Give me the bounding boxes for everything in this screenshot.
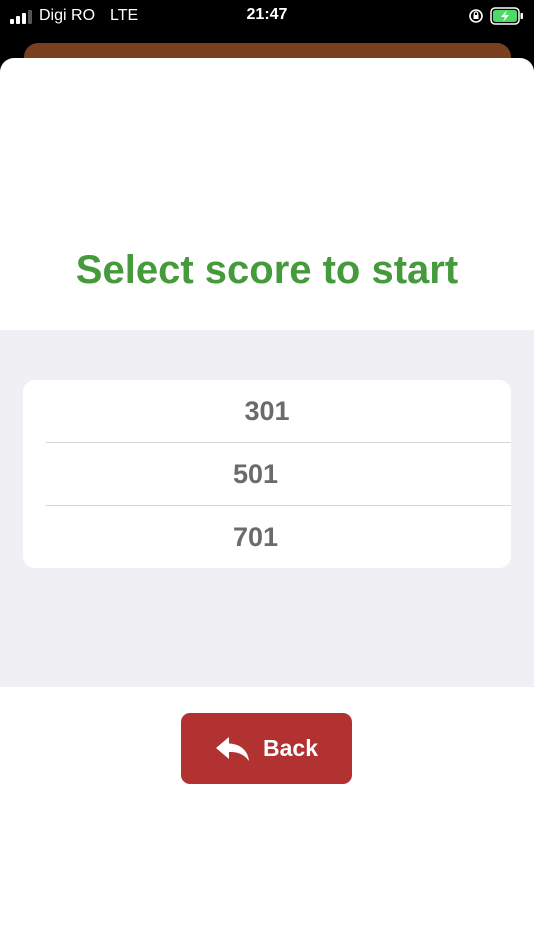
status-time: 21:47 — [246, 6, 288, 23]
score-option-701[interactable]: 701 — [46, 505, 511, 568]
score-option-301[interactable]: 301 — [23, 380, 511, 442]
score-option-501[interactable]: 501 — [46, 442, 511, 505]
score-options-list: 301 501 701 — [23, 380, 511, 568]
battery-charging-icon — [490, 7, 523, 25]
back-button[interactable]: Back — [181, 713, 352, 784]
score-option-label: 701 — [232, 522, 279, 552]
score-option-label: 501 — [232, 459, 279, 489]
score-option-label: 301 — [244, 396, 290, 426]
options-section: 301 501 701 — [0, 330, 534, 687]
reply-arrow-icon — [216, 736, 249, 761]
back-button-label: Back — [263, 735, 318, 761]
modal-sheet: Select score to start 301 501 701 Back — [0, 58, 534, 950]
page-title: Select score to start — [75, 248, 459, 292]
orientation-lock-icon — [469, 9, 483, 23]
status-bar: Digi RO LTE 21:47 — [0, 0, 534, 34]
